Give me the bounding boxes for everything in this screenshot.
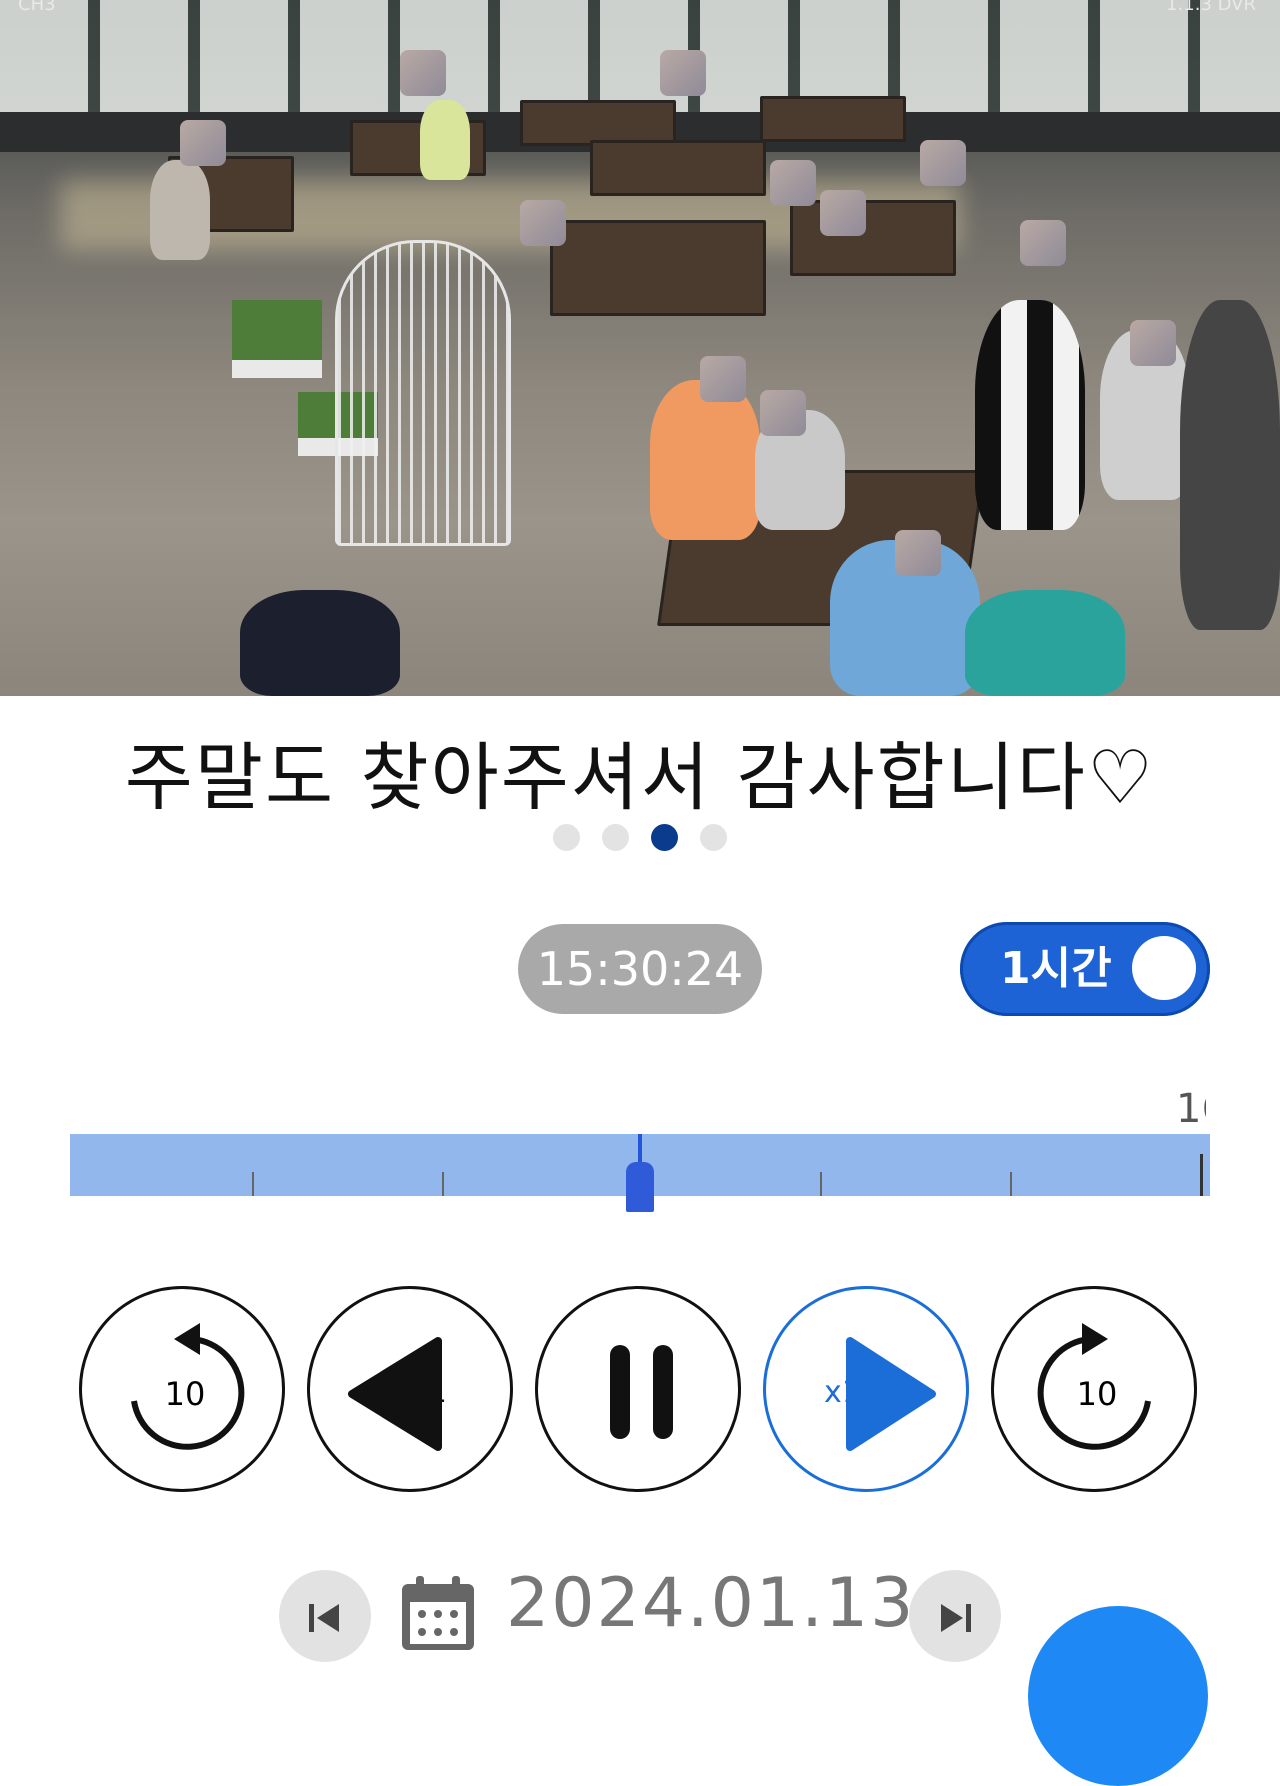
face-blur xyxy=(820,190,866,236)
plant-box xyxy=(232,300,322,378)
face-blur xyxy=(770,160,816,206)
reverse-play-button[interactable]: x1 xyxy=(307,1286,513,1492)
calendar-icon xyxy=(402,1576,474,1650)
play-speed-label: x1 xyxy=(824,1375,861,1410)
play-icon xyxy=(846,1337,936,1451)
selected-date[interactable]: 2024.01.13 xyxy=(506,1564,915,1643)
face-blur xyxy=(400,50,446,96)
timeline-end-label: 16 xyxy=(1176,1086,1206,1132)
timeline-tick xyxy=(820,1172,822,1196)
face-blur xyxy=(1020,220,1066,266)
pager-dot-active[interactable] xyxy=(651,824,678,851)
pager-dot[interactable] xyxy=(700,824,727,851)
pager-dot[interactable] xyxy=(553,824,580,851)
timeline-tick-end xyxy=(1200,1154,1203,1196)
bird-cage xyxy=(335,240,511,546)
calendar-button[interactable] xyxy=(398,1572,478,1656)
play-forward-button[interactable]: x1 xyxy=(763,1286,969,1492)
floating-action-button[interactable] xyxy=(1028,1606,1208,1786)
person-shape xyxy=(650,380,760,540)
face-blur xyxy=(660,50,706,96)
pause-button[interactable] xyxy=(535,1286,741,1492)
table-shape xyxy=(550,220,766,316)
pager-dot[interactable] xyxy=(602,824,629,851)
person-shape xyxy=(150,160,210,260)
next-day-button[interactable] xyxy=(909,1570,1001,1662)
time-range-label: 1시간 xyxy=(1000,943,1112,994)
person-shape xyxy=(1180,300,1280,630)
notice-caption: 주말도 찾아주셔서 감사합니다♡ xyxy=(124,735,1156,821)
face-blur xyxy=(920,140,966,186)
previous-day-button[interactable] xyxy=(279,1570,371,1662)
rewind-10-button[interactable]: 10 xyxy=(79,1286,285,1492)
skip-previous-icon xyxy=(309,1604,339,1632)
face-blur xyxy=(760,390,806,436)
face-blur xyxy=(895,530,941,576)
person-shape xyxy=(975,300,1085,530)
pause-icon xyxy=(610,1345,673,1439)
reverse-speed-label: x1 xyxy=(410,1375,447,1410)
face-blur xyxy=(1130,320,1176,366)
timeline-tick xyxy=(442,1172,444,1196)
time-range-toggle[interactable]: 1시간 xyxy=(960,922,1210,1016)
face-blur xyxy=(700,356,746,402)
person-shape xyxy=(420,100,470,180)
face-blur xyxy=(520,200,566,246)
playhead-handle[interactable] xyxy=(626,1162,654,1212)
forward-10-button[interactable]: 10 xyxy=(991,1286,1197,1492)
toggle-knob xyxy=(1132,936,1196,1000)
camera-label: CH3 xyxy=(18,0,56,15)
recorder-label: 1.1.3 DVR xyxy=(1166,0,1256,15)
current-time-display: 15:30:24 xyxy=(518,924,762,1014)
cctv-video-frame[interactable]: CH3 1.1.3 DVR xyxy=(0,0,1280,696)
person-shape xyxy=(240,590,400,696)
carousel-pager xyxy=(0,824,1280,851)
timeline-tick xyxy=(252,1172,254,1196)
person-shape xyxy=(965,590,1125,696)
skip-next-icon xyxy=(941,1604,971,1632)
forward-seconds-label: 10 xyxy=(1076,1375,1118,1413)
timeline-tick xyxy=(1010,1172,1012,1196)
table-shape xyxy=(760,96,906,142)
rewind-seconds-label: 10 xyxy=(164,1375,206,1413)
table-shape xyxy=(590,140,766,196)
face-blur xyxy=(180,120,226,166)
table-shape xyxy=(790,200,956,276)
